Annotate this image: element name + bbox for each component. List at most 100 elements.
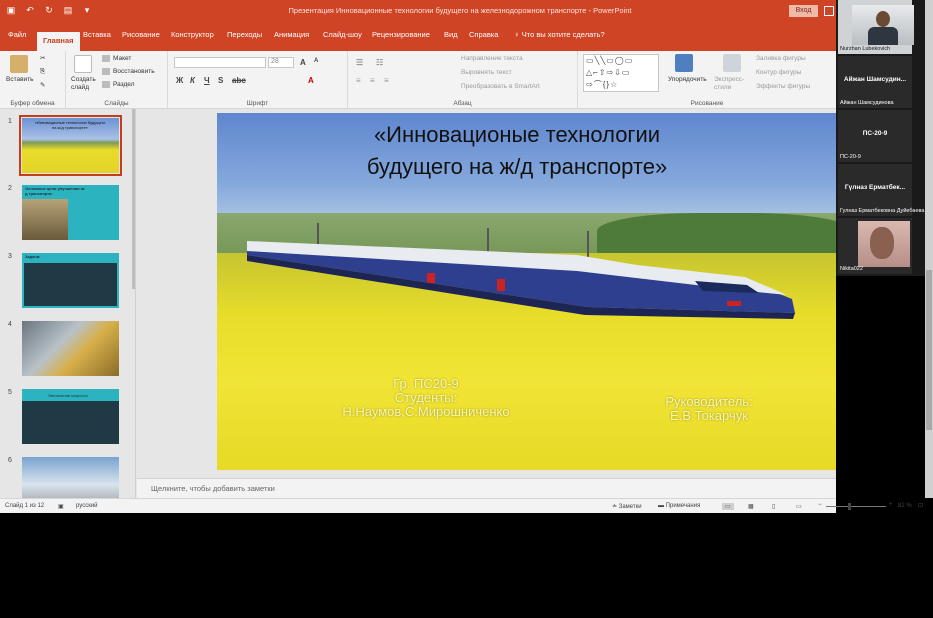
bold-icon[interactable]: Ж xyxy=(176,76,183,85)
arrange-button[interactable]: Упорядочить xyxy=(668,76,707,83)
tab-design[interactable]: Конструктор xyxy=(171,30,214,39)
participant-tile[interactable]: Nurzhan Lubekovich xyxy=(838,0,914,54)
tab-animations[interactable]: Анимация xyxy=(274,30,309,39)
slide-counter: Слайд 1 из 12 xyxy=(5,503,45,509)
slide-thumbnail-1[interactable]: «Инновационые технологии будущего на ж/д… xyxy=(19,115,122,176)
scrollbar-thumb[interactable] xyxy=(926,270,932,430)
shadow-icon[interactable]: S xyxy=(218,76,223,85)
strikethrough-icon[interactable]: abc xyxy=(232,76,246,85)
shape-outline-button[interactable]: Контур фигуры xyxy=(756,69,801,76)
shape-fill-button[interactable]: Заливка фигуры xyxy=(756,55,806,62)
slide-editor: «Инновационые технологии будущего на ж/д… xyxy=(137,109,836,478)
slideshow-start-icon[interactable]: ▤ xyxy=(63,5,73,15)
format-painter-icon[interactable]: ✎ xyxy=(40,81,45,89)
tab-file[interactable]: Файл xyxy=(8,30,26,39)
shape-effects-button[interactable]: Эффекты фигуры xyxy=(756,83,810,90)
zoom-level[interactable]: 82 % xyxy=(898,503,912,509)
redo-icon[interactable]: ↻ xyxy=(44,5,54,15)
zoom-slider-thumb[interactable] xyxy=(848,503,851,510)
align-right-icon[interactable]: ≡ xyxy=(384,76,389,85)
notes-pane[interactable]: Щелкните, чтобы добавить заметки xyxy=(137,478,836,498)
screen-scrollbar[interactable] xyxy=(925,0,933,498)
italic-icon[interactable]: К xyxy=(190,76,195,85)
participant-tile[interactable]: ПС-20-9 ПС-20-9 xyxy=(838,110,912,162)
section-button[interactable]: Раздел xyxy=(102,81,134,88)
paste-button[interactable]: Вставить xyxy=(6,76,34,83)
fit-slide-icon[interactable]: ⊡ xyxy=(918,502,923,509)
tab-insert[interactable]: Вставка xyxy=(83,30,111,39)
paste-icon[interactable] xyxy=(10,55,28,73)
slide-thumbnail-3[interactable]: Задачи: xyxy=(22,253,119,308)
participant-tile[interactable]: Айжан Шамсудин... Айжан Шамсудинова xyxy=(838,56,912,108)
thumbnail-photo xyxy=(22,199,68,240)
zoom-plus-icon[interactable]: + xyxy=(889,502,893,508)
tab-draw[interactable]: Рисование xyxy=(122,30,160,39)
reset-icon xyxy=(102,68,110,75)
participant-tile[interactable]: Гүлназ Ерматбек... Гулназ Ерматбековна Д… xyxy=(838,164,924,216)
shapes-gallery[interactable]: ▭╲╲▭◯▭ △⌐⇧⇨⇩▭ ⇨⌒{}☆ xyxy=(583,54,659,92)
current-slide[interactable]: «Инновационые технологии будущего на ж/д… xyxy=(217,113,836,470)
tab-help[interactable]: Справка xyxy=(469,30,498,39)
underline-icon[interactable]: Ч xyxy=(204,76,210,85)
slideshow-view-icon[interactable]: ▭ xyxy=(796,503,802,510)
font-color-icon[interactable]: A xyxy=(308,76,314,85)
arrange-icon[interactable] xyxy=(675,54,693,72)
sign-in-button[interactable]: Вход xyxy=(789,5,818,17)
cut-icon[interactable]: ✂ xyxy=(40,54,45,62)
reset-button[interactable]: Восстановить xyxy=(102,68,155,75)
convert-smartart-button[interactable]: Преобразовать в SmartArt xyxy=(461,83,540,90)
slide-title[interactable]: «Инновационые технологии будущего на ж/д… xyxy=(277,119,757,183)
clipboard-group-label: Буфер обмена xyxy=(10,100,55,107)
zoom-minus-icon[interactable]: − xyxy=(818,502,822,508)
tab-view[interactable]: Вид xyxy=(444,30,458,39)
new-slide-button[interactable]: Создать слайд xyxy=(71,76,101,92)
numbering-icon[interactable]: ☷ xyxy=(376,58,383,67)
align-center-icon[interactable]: ≡ xyxy=(370,76,375,85)
thumbnail-number: 5 xyxy=(8,389,12,396)
font-size-box[interactable]: 28 xyxy=(268,57,294,68)
participant-tile[interactable]: Nikita022 xyxy=(838,218,912,274)
notes-toggle-button[interactable]: ≐ Заметки xyxy=(612,503,642,510)
spellcheck-icon[interactable]: ▣ xyxy=(58,503,64,510)
tab-transitions[interactable]: Переходы xyxy=(227,30,262,39)
tab-review[interactable]: Рецензирование xyxy=(372,30,430,39)
font-name-box[interactable] xyxy=(174,57,266,68)
supervisor-textbox[interactable]: Руководитель: Е.В.Токарчук xyxy=(619,395,799,423)
save-icon[interactable]: ▣ xyxy=(6,5,16,15)
slide-thumbnail-6[interactable] xyxy=(22,457,119,498)
align-left-icon[interactable]: ≡ xyxy=(356,76,361,85)
tab-slideshow[interactable]: Слайд-шоу xyxy=(323,30,362,39)
grow-font-icon[interactable]: A xyxy=(300,58,306,67)
bullets-icon[interactable]: ☰ xyxy=(356,58,363,67)
quick-styles-button[interactable]: Экспресс-стили xyxy=(714,76,744,92)
copy-icon[interactable]: ⎘ xyxy=(40,68,45,76)
layout-button[interactable]: Макет xyxy=(102,55,131,62)
video-participants-panel: Nurzhan Lubekovich Айжан Шамсудин... Айж… xyxy=(836,0,933,276)
slide-sorter-icon[interactable]: ▦ xyxy=(748,503,754,510)
text-direction-button[interactable]: Направление текста xyxy=(461,55,523,62)
quick-styles-icon[interactable] xyxy=(723,54,741,72)
comments-toggle-button[interactable]: ▬ Примечания xyxy=(658,503,700,509)
reading-view-icon[interactable]: ▯ xyxy=(772,503,775,510)
undo-icon[interactable]: ↶ xyxy=(25,5,35,15)
slide-thumbnail-5[interactable]: Увеличение скорости xyxy=(22,389,119,444)
slide-title-line: будущего на ж/д транспорте» xyxy=(366,154,668,179)
slide-thumbnail-2[interactable]: Основные цели улучшения ж/д транспорта: xyxy=(22,185,119,240)
paragraph-group: ☰ ☷ ≡ ≡ ≡ Направление текста Выровнять т… xyxy=(348,51,578,109)
customize-qat-icon[interactable]: ▾ xyxy=(82,5,92,15)
students-textbox[interactable]: Гр. ПС20-9 Студенты: Н.Наумов,С.Мирошнич… xyxy=(291,377,561,419)
supervisor-name: Е.В.Токарчук xyxy=(670,408,748,423)
shrink-font-icon[interactable]: A xyxy=(314,58,318,64)
new-slide-icon[interactable] xyxy=(74,55,92,73)
tell-me-search[interactable]: ♀ Что вы хотите сделать? xyxy=(514,30,605,39)
slide-thumbnail-4[interactable] xyxy=(22,321,119,376)
ribbon-display-options-icon[interactable] xyxy=(824,6,834,16)
normal-view-icon[interactable]: ▭ xyxy=(722,503,734,510)
thumbnails-scrollbar[interactable] xyxy=(132,109,135,289)
group-line: Гр. ПС20-9 xyxy=(393,376,459,391)
tab-home[interactable]: Главная xyxy=(37,32,80,51)
supervisor-label: Руководитель: xyxy=(665,394,753,409)
language-indicator[interactable]: русский xyxy=(76,503,98,509)
align-text-button[interactable]: Выровнять текст xyxy=(461,69,512,76)
zoom-slider[interactable] xyxy=(826,506,886,507)
